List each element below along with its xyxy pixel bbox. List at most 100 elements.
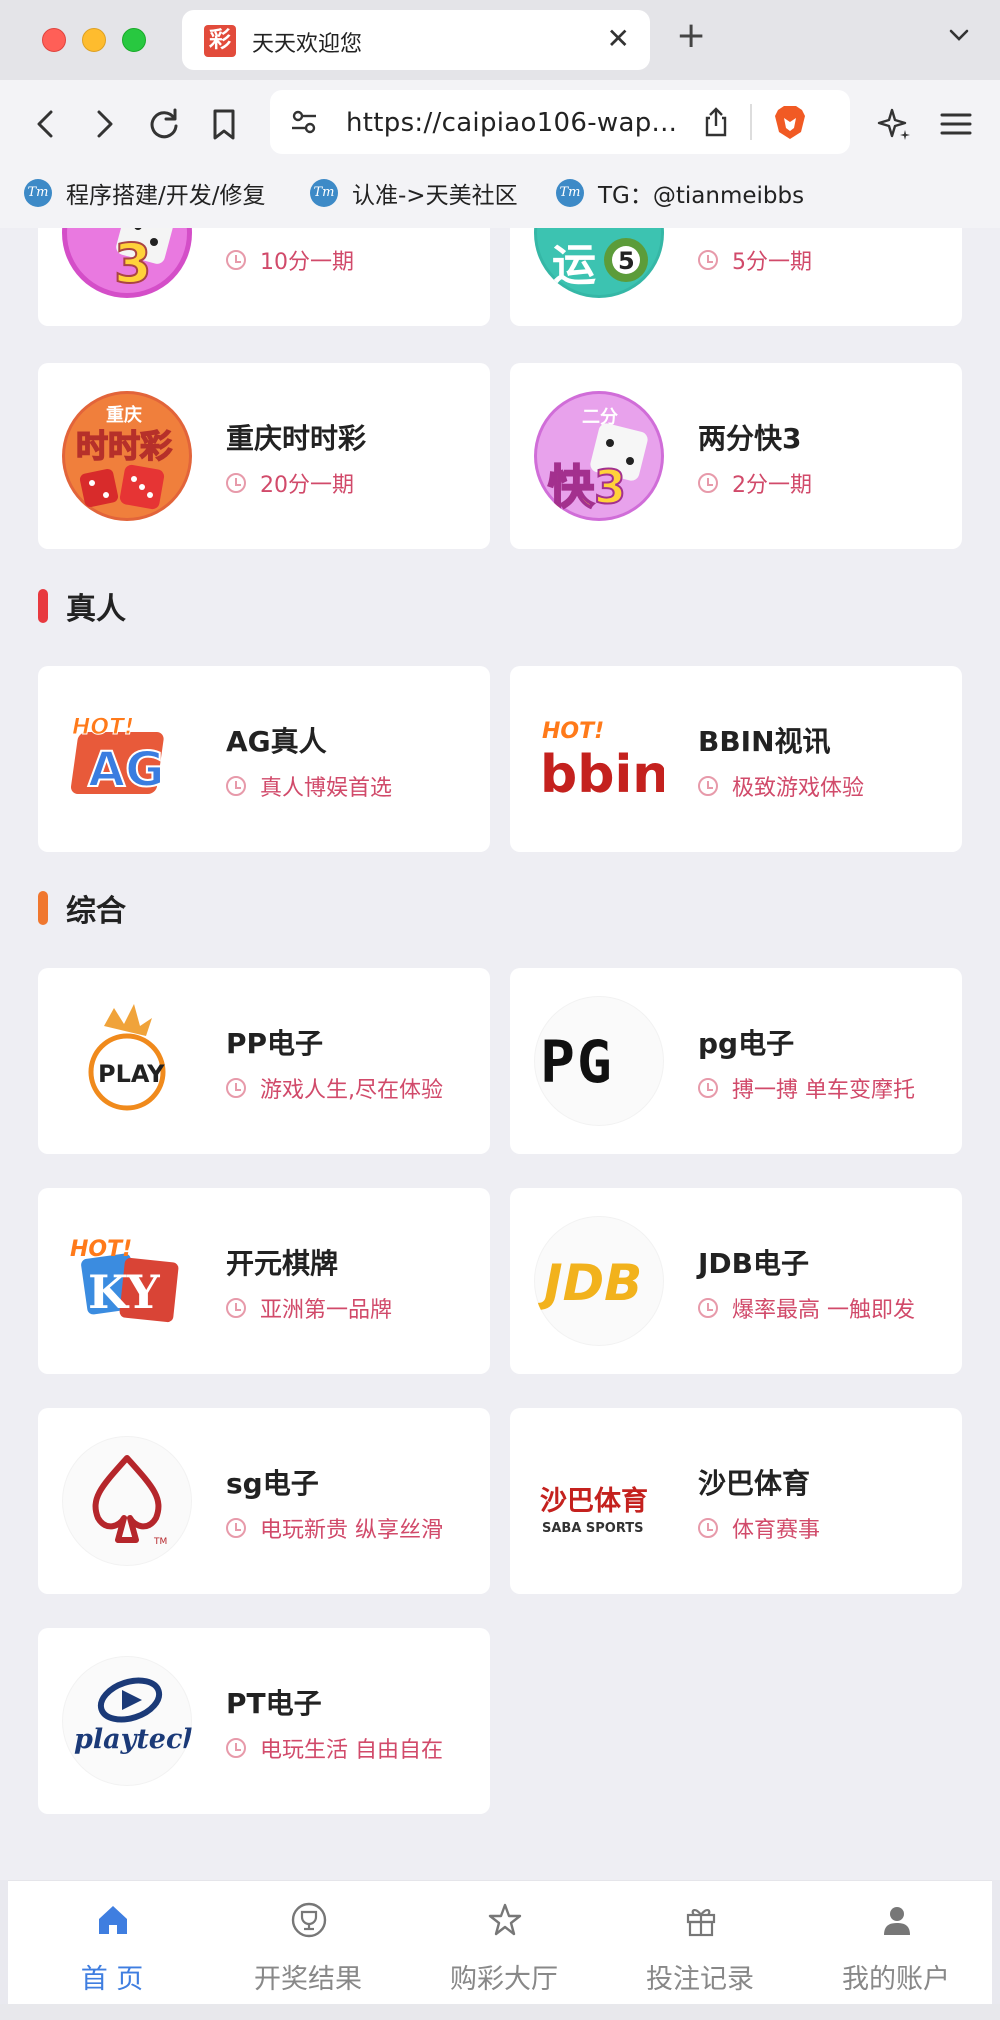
nav-home[interactable]: 首 页 bbox=[14, 1881, 210, 2005]
game-subtitle: 电玩新贵 纵享丝滑 bbox=[226, 1512, 443, 1544]
svg-text:时时彩: 时时彩 bbox=[76, 427, 172, 465]
back-icon[interactable] bbox=[24, 102, 68, 146]
svg-text:沙巴体育: 沙巴体育 bbox=[540, 1485, 648, 1517]
site-favicon-icon: 彩 bbox=[204, 25, 236, 57]
game-card-lfk3[interactable]: 二分 快3 两分快3 2分一期 bbox=[510, 363, 962, 549]
lfk3-logo-icon: 二分 快3 bbox=[534, 391, 664, 521]
svg-text:HOT!: HOT! bbox=[542, 719, 604, 744]
tm-icon: Tm bbox=[24, 179, 52, 207]
game-card-ky[interactable]: KY HOT! 开元棋牌 亚洲第一品牌 bbox=[38, 1188, 490, 1374]
game-card-pg[interactable]: PG pg电子 搏一搏 单车变摩托 bbox=[510, 968, 962, 1154]
game-name: AG真人 bbox=[226, 725, 327, 758]
address-bar[interactable]: https://caipiao106-wap... bbox=[270, 90, 850, 154]
gift-icon bbox=[686, 1909, 716, 1937]
game-name: PP电子 bbox=[226, 1027, 324, 1060]
active-tab[interactable]: 彩 天天欢迎您 ✕ bbox=[182, 10, 650, 70]
game-name: pg电子 bbox=[698, 1027, 795, 1060]
ky-logo-icon: KY HOT! bbox=[62, 1216, 192, 1346]
game-subtitle: 5分一期 bbox=[698, 244, 812, 276]
clock-icon bbox=[226, 776, 246, 796]
nav-bets[interactable]: 投注记录 bbox=[602, 1881, 798, 2005]
game-name: 沙巴体育 bbox=[698, 1467, 811, 1500]
reload-icon[interactable] bbox=[142, 102, 186, 146]
clock-icon bbox=[226, 1298, 246, 1318]
clock-icon bbox=[698, 473, 718, 493]
star-icon bbox=[488, 1903, 522, 1936]
game-subtitle: 真人博娱首选 bbox=[226, 770, 392, 802]
nav-label: 我的账户 bbox=[842, 1964, 950, 1995]
game-card-saba[interactable]: 沙巴体育 SABA SPORTS 沙巴体育 体育赛事 bbox=[510, 1408, 962, 1594]
game-subtitle: 亚洲第一品牌 bbox=[226, 1292, 392, 1324]
chevron-down-icon[interactable] bbox=[948, 24, 970, 46]
bottom-navigation: 首 页 开奖结果 购彩大厅 投注记录 我的账户 bbox=[8, 1880, 992, 2004]
game-card-k3[interactable]: 3 10分一期 bbox=[38, 228, 490, 326]
tm-icon: Tm bbox=[556, 179, 584, 207]
saba-logo-icon: 沙巴体育 SABA SPORTS bbox=[534, 1436, 664, 1566]
playtech-logo-icon: playtech bbox=[62, 1656, 192, 1786]
nav-label: 投注记录 bbox=[646, 1964, 754, 1995]
bookmarks-bar: Tm 程序搭建/开发/修复 Tm 认准->天美社区 Tm TG：@tianmeibbs bbox=[0, 162, 1000, 222]
section-title: 真人 bbox=[66, 592, 126, 627]
tm-icon: Tm bbox=[310, 179, 338, 207]
leo-ai-icon[interactable] bbox=[872, 102, 916, 146]
game-card-pt[interactable]: playtech PT电子 电玩生活 自由自在 bbox=[38, 1628, 490, 1814]
pg-logo-icon: PG bbox=[534, 996, 664, 1126]
clock-icon bbox=[698, 1518, 718, 1538]
svg-text:AG: AG bbox=[88, 742, 165, 798]
section-marker bbox=[38, 891, 48, 925]
svg-text:HOT!: HOT! bbox=[72, 715, 134, 740]
svg-text:playtech: playtech bbox=[74, 1724, 192, 1755]
url-text: https://caipiao106-wap... bbox=[346, 108, 678, 138]
close-window-button[interactable] bbox=[42, 28, 66, 52]
game-subtitle: 极致游戏体验 bbox=[698, 770, 864, 802]
game-card-cqssc[interactable]: 重庆 时时彩 重庆时时彩 20分一期 bbox=[38, 363, 490, 549]
nav-account[interactable]: 我的账户 bbox=[798, 1881, 994, 2005]
game-card-pp[interactable]: PLAY PP电子 游戏人生,尽在体验 bbox=[38, 968, 490, 1154]
brave-shield-icon[interactable] bbox=[770, 102, 810, 142]
game-card-jdb[interactable]: JDB JDB电子 爆率最高 一触即发 bbox=[510, 1188, 962, 1374]
svg-text:SABA SPORTS: SABA SPORTS bbox=[542, 1521, 644, 1536]
section-title: 综合 bbox=[66, 894, 126, 929]
game-name: 重庆时时彩 bbox=[226, 422, 367, 455]
game-name: BBIN视讯 bbox=[698, 725, 831, 758]
cqssc-logo-icon: 重庆 时时彩 bbox=[62, 391, 192, 521]
share-icon[interactable] bbox=[700, 106, 732, 138]
svg-text:重庆: 重庆 bbox=[106, 404, 142, 426]
game-card-bbin[interactable]: bbin HOT! BBIN视讯 极致游戏体验 bbox=[510, 666, 962, 852]
tab-title: 天天欢迎您 bbox=[252, 32, 363, 57]
clock-icon bbox=[226, 1738, 246, 1758]
nav-results[interactable]: 开奖结果 bbox=[210, 1881, 406, 2005]
svg-text:运: 运 bbox=[552, 240, 596, 291]
game-card-sg[interactable]: TM sg电子 电玩新贵 纵享丝滑 bbox=[38, 1408, 490, 1594]
clock-icon bbox=[698, 250, 718, 270]
browser-tab-bar: 彩 天天欢迎您 ✕ + bbox=[0, 0, 1000, 80]
svg-text:5: 5 bbox=[618, 247, 635, 275]
game-card-5fen[interactable]: 运5 5分一期 bbox=[510, 228, 962, 326]
nav-lobby[interactable]: 购彩大厅 bbox=[406, 1881, 602, 2005]
close-tab-icon[interactable]: ✕ bbox=[607, 22, 630, 55]
bookmark-item[interactable]: Tm TG：@tianmeibbs bbox=[556, 176, 804, 210]
bookmark-icon[interactable] bbox=[202, 102, 246, 146]
game-subtitle: 20分一期 bbox=[226, 467, 354, 499]
site-settings-icon[interactable] bbox=[290, 108, 318, 136]
game-subtitle: 2分一期 bbox=[698, 467, 812, 499]
bbin-logo-icon: bbin HOT! bbox=[534, 694, 664, 824]
maximize-window-button[interactable] bbox=[122, 28, 146, 52]
svg-text:3: 3 bbox=[114, 232, 152, 295]
svg-text:JDB: JDB bbox=[535, 1254, 642, 1312]
section-header-general: 综合 bbox=[38, 886, 126, 930]
bookmark-item[interactable]: Tm 程序搭建/开发/修复 bbox=[24, 176, 266, 210]
bookmark-item[interactable]: Tm 认准->天美社区 bbox=[310, 176, 518, 210]
nav-label: 开奖结果 bbox=[254, 1964, 362, 1995]
game-card-ag[interactable]: AG HOT! AG真人 真人博娱首选 bbox=[38, 666, 490, 852]
forward-icon[interactable] bbox=[82, 102, 126, 146]
clock-icon bbox=[226, 1518, 246, 1538]
clock-icon bbox=[698, 1078, 718, 1098]
page-content: 3 10分一期 运5 5分一期 重庆 时时彩 重庆时时彩 20分一期 二分 快3 两… bbox=[0, 228, 1000, 1880]
minimize-window-button[interactable] bbox=[82, 28, 106, 52]
menu-icon[interactable] bbox=[934, 102, 978, 146]
new-tab-button[interactable]: + bbox=[676, 18, 706, 54]
svg-text:bbin: bbin bbox=[540, 745, 664, 805]
window-bottom-edge bbox=[0, 2004, 1000, 2020]
browser-toolbar: https://caipiao106-wap... Tm 程序搭建/开发/修复 T… bbox=[0, 80, 1000, 240]
